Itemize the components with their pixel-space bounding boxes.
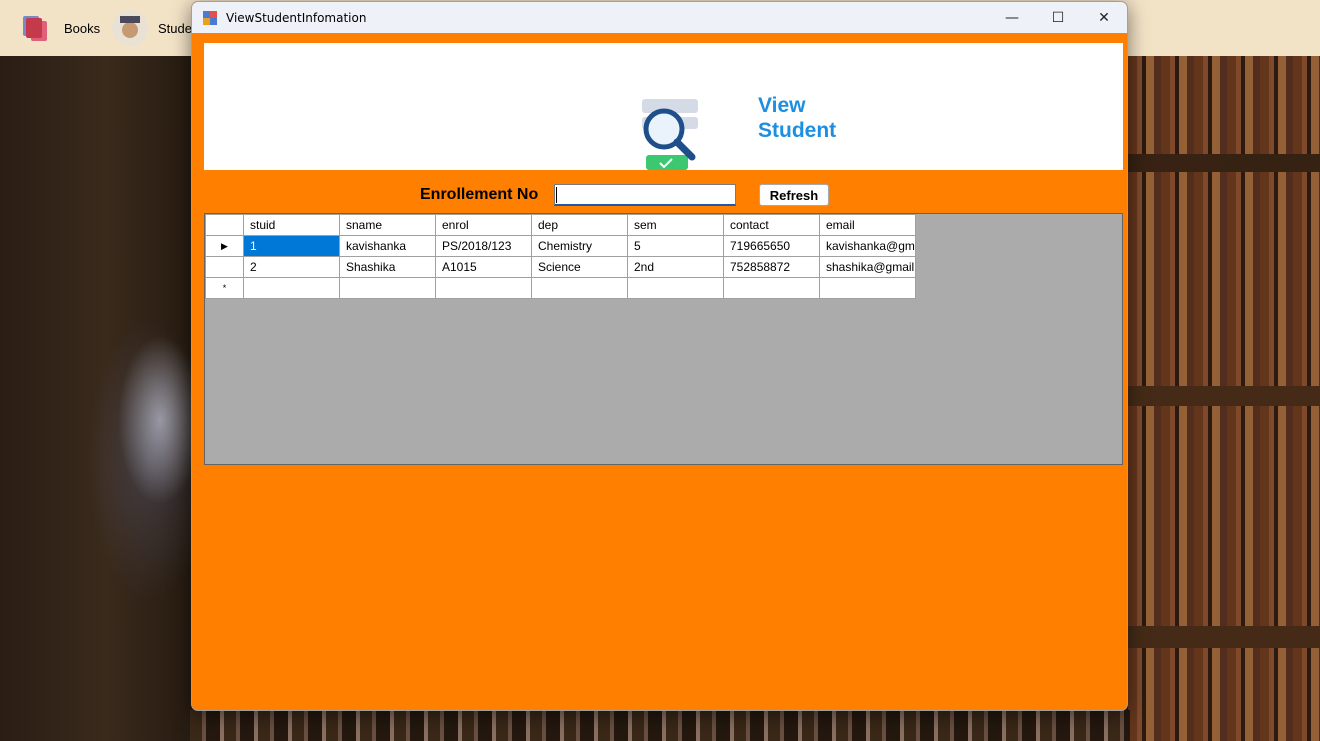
column-header-contact[interactable]: contact	[723, 214, 820, 236]
table-cell[interactable]: Shashika	[339, 256, 436, 278]
books-tab-label: Books	[64, 20, 101, 36]
column-header-enrol[interactable]: enrol	[435, 214, 532, 236]
magnifier-icon	[642, 99, 698, 170]
table-cell[interactable]: Chemistry	[531, 235, 628, 257]
table-cell[interactable]	[531, 277, 628, 299]
table-cell[interactable]: A1015	[435, 256, 532, 278]
row-selector[interactable]	[205, 256, 244, 278]
table-row[interactable]: 2 Shashika A1015 Science 2nd 752858872 s…	[205, 256, 916, 278]
refresh-button[interactable]: Refresh	[759, 184, 829, 206]
table-cell[interactable]: 2	[243, 256, 340, 278]
column-header-sname[interactable]: sname	[339, 214, 436, 236]
close-button[interactable]: ✕	[1081, 2, 1127, 33]
table-cell[interactable]: PS/2018/123	[435, 235, 532, 257]
enrollment-label: Enrollement No	[420, 186, 539, 203]
maximize-button[interactable]: ☐	[1035, 2, 1081, 33]
column-header-stuid[interactable]: stuid	[243, 214, 340, 236]
column-header-dep[interactable]: dep	[531, 214, 628, 236]
books-tab[interactable]: Books	[18, 8, 100, 48]
row-selector-arrow[interactable]: ▶	[205, 235, 244, 257]
corner-header[interactable]	[205, 214, 244, 236]
books-icon	[18, 10, 54, 46]
new-row-marker[interactable]: *	[205, 277, 244, 299]
table-cell[interactable]: kavishanka	[339, 235, 436, 257]
table-cell[interactable]	[819, 277, 916, 299]
student-icon	[112, 10, 148, 46]
table-header-row: stuid sname enrol dep sem contact email	[205, 214, 916, 236]
bookshelf-background	[1128, 56, 1320, 741]
window-controls: — ☐ ✕	[989, 2, 1127, 33]
table-cell[interactable]: Science	[531, 256, 628, 278]
title-bar[interactable]: ViewStudentInfomation — ☐ ✕	[192, 2, 1127, 33]
table-cell[interactable]	[723, 277, 820, 299]
view-student-window: ViewStudentInfomation — ☐ ✕ View Student…	[191, 1, 1128, 711]
table-cell[interactable]	[243, 277, 340, 299]
student-tab[interactable]: Studer	[112, 8, 196, 48]
app-icon	[203, 10, 217, 25]
table-cell[interactable]	[627, 277, 724, 299]
text-caret	[556, 187, 557, 203]
student-data-grid[interactable]: stuid sname enrol dep sem contact email …	[204, 213, 1123, 465]
table-new-row[interactable]: *	[205, 277, 916, 299]
page-title: View Student	[758, 94, 837, 142]
table-cell[interactable]: kavishanka@gm...	[819, 235, 916, 257]
window-title: ViewStudentInfomation	[226, 10, 367, 25]
table-cell[interactable]: 719665650	[723, 235, 820, 257]
header-panel: View Student	[204, 43, 1123, 170]
table-cell[interactable]	[435, 277, 532, 299]
minimize-button[interactable]: —	[989, 2, 1035, 33]
column-header-email[interactable]: email	[819, 214, 916, 236]
table-cell[interactable]	[339, 277, 436, 299]
enrollment-input[interactable]	[554, 184, 736, 206]
student-table: stuid sname enrol dep sem contact email …	[205, 214, 916, 299]
table-cell[interactable]: shashika@gmail....	[819, 256, 916, 278]
table-cell[interactable]: 2nd	[627, 256, 724, 278]
table-cell[interactable]: 1	[243, 235, 340, 257]
column-header-sem[interactable]: sem	[627, 214, 724, 236]
table-row[interactable]: ▶ 1 kavishanka PS/2018/123 Chemistry 5 7…	[205, 235, 916, 257]
bookshelf-bottom-background	[190, 710, 1130, 741]
table-cell[interactable]: 752858872	[723, 256, 820, 278]
table-cell[interactable]: 5	[627, 235, 724, 257]
